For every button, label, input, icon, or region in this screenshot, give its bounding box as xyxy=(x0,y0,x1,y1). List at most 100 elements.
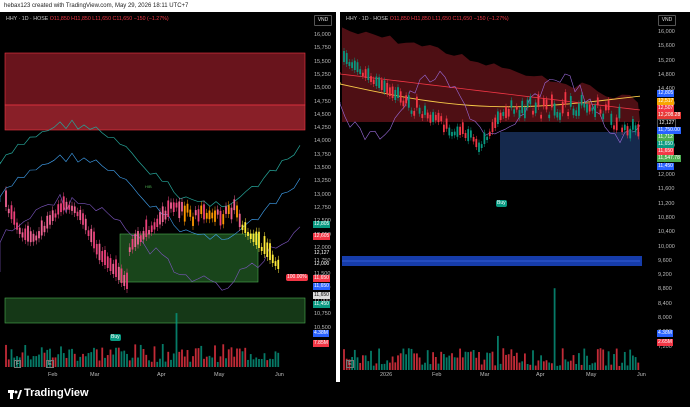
right-candle xyxy=(505,106,507,118)
right-volume-bar xyxy=(440,351,443,370)
left-volume-bar xyxy=(205,356,208,367)
right-volume-bar xyxy=(618,365,621,370)
right-candle xyxy=(626,126,629,136)
right-candle xyxy=(483,132,486,144)
right-chart-pane[interactable]: HHY · 1D · HOSE O11,850 H11,850 L11,650 … xyxy=(340,12,690,382)
left-price-label: 12,000 xyxy=(313,261,331,268)
right-volume-bar xyxy=(632,355,634,370)
left-candle xyxy=(205,212,208,219)
left-y-tick: 13,250 xyxy=(314,178,331,185)
left-volume-bar xyxy=(120,351,123,367)
left-candle xyxy=(101,251,104,262)
right-candle xyxy=(575,110,578,116)
right-candle xyxy=(372,79,375,84)
left-volume-bar xyxy=(145,354,148,367)
right-volume-bar xyxy=(561,348,564,370)
right-candle xyxy=(569,96,572,107)
left-volume-bar xyxy=(153,346,156,367)
left-volume-bar xyxy=(142,348,145,367)
right-candle xyxy=(478,142,480,152)
left-price-label: 12,805 xyxy=(313,221,331,228)
right-volume-bar xyxy=(448,355,451,370)
right-currency-button[interactable]: VND xyxy=(658,15,676,26)
left-x-label: May xyxy=(214,372,225,378)
right-volume-bar xyxy=(480,364,483,370)
left-volume-bar xyxy=(139,344,142,367)
right-y-tick: 8,800 xyxy=(658,286,672,293)
left-currency-button[interactable]: VND xyxy=(314,15,332,26)
right-volume-bar xyxy=(578,353,580,370)
right-volume-bar xyxy=(475,357,478,370)
right-volume-bar xyxy=(443,354,445,370)
left-volume-bar xyxy=(167,351,170,367)
right-volume-bar xyxy=(405,354,407,370)
left-volume-bar xyxy=(183,356,186,367)
left-volume-bar xyxy=(241,351,244,367)
left-volume-bar xyxy=(93,347,95,367)
right-volume-bar xyxy=(483,359,486,370)
right-volume-bar xyxy=(375,363,378,370)
right-candle xyxy=(470,130,472,138)
right-volume-bar xyxy=(437,363,440,370)
right-candle xyxy=(602,113,605,120)
left-candle xyxy=(164,210,167,220)
left-y-tick: 13,750 xyxy=(314,151,331,158)
right-volume-bar xyxy=(556,365,559,370)
right-volume-bar xyxy=(389,362,391,370)
left-candle xyxy=(189,209,192,217)
left-candle xyxy=(194,210,197,216)
right-volume-bar xyxy=(407,348,410,370)
left-x-label: Apr xyxy=(157,372,166,378)
right-candle xyxy=(567,112,569,117)
left-volume-bar xyxy=(175,313,178,367)
left-band-upper xyxy=(0,119,301,207)
left-chart-canvas[interactable] xyxy=(0,12,336,382)
left-candle xyxy=(241,224,244,230)
left-volume-bar xyxy=(54,357,57,367)
right-y-tick: 12,000 xyxy=(658,172,675,178)
left-candle xyxy=(269,243,271,260)
left-volume-bar xyxy=(131,357,134,367)
left-volume-bar xyxy=(156,361,159,367)
right-volume-bar xyxy=(367,361,370,370)
left-volume-bar xyxy=(161,344,164,367)
right-y-tick: 11,200 xyxy=(658,200,675,207)
left-volume-bar xyxy=(148,360,150,367)
right-candle xyxy=(453,131,456,136)
right-volume-bar xyxy=(634,357,637,370)
right-volume-bar xyxy=(464,351,467,370)
left-supply-zone xyxy=(4,52,306,106)
left-candle xyxy=(260,246,263,251)
left-chart-pane[interactable]: HHY · 1D · HOSE O11,850 H11,850 L11,650 … xyxy=(0,12,336,382)
left-candle xyxy=(225,206,227,214)
right-volume-bar xyxy=(378,348,380,370)
right-volume-bar xyxy=(607,351,610,370)
right-x-label: Apr xyxy=(536,372,545,378)
right-volume-bar xyxy=(402,348,405,370)
right-candle xyxy=(553,103,556,116)
left-volume-bar xyxy=(227,349,230,367)
left-x-label: Mar xyxy=(90,372,100,378)
right-candle xyxy=(383,80,386,92)
right-volume-bar xyxy=(588,364,591,370)
right-volume-bar xyxy=(505,354,507,370)
right-volume-bar xyxy=(569,360,572,370)
left-volume-bar xyxy=(73,353,76,367)
right-volume-bar xyxy=(451,353,453,370)
right-candle xyxy=(367,68,370,80)
left-candle xyxy=(244,222,247,233)
right-price-label: 11,750.00 xyxy=(657,127,681,134)
left-candle xyxy=(156,218,159,227)
left-volume-bar xyxy=(236,348,238,367)
right-candle xyxy=(434,114,437,121)
left-candle xyxy=(82,213,84,225)
left-volume-bar xyxy=(87,353,90,367)
tradingview-logo-icon[interactable] xyxy=(8,388,22,400)
left-volume-bar xyxy=(170,359,172,367)
right-legend: HHY · 1D · HOSE O11,850 H11,850 L11,650 … xyxy=(346,16,509,22)
right-volume-bar xyxy=(615,348,618,370)
right-price-label: 12,208.28 xyxy=(657,112,682,119)
left-volume-bar xyxy=(137,357,139,367)
right-chart-canvas[interactable] xyxy=(340,12,690,382)
footer-brand[interactable]: TradingView xyxy=(24,387,89,399)
